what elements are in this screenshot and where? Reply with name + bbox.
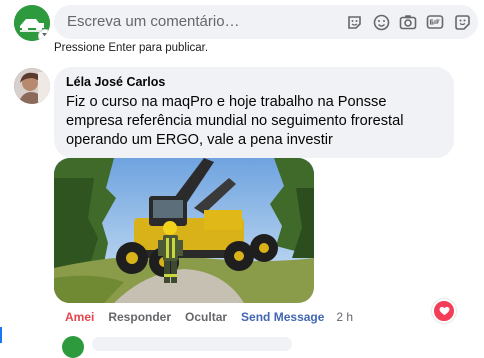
publish-hint: Pressione Enter para publicar. — [54, 42, 209, 54]
next-comment-avatar[interactable] — [62, 336, 84, 358]
gif-icon[interactable] — [425, 12, 445, 32]
send-message-button[interactable]: Send Message — [241, 310, 324, 324]
comment-input-placeholder: Escreva um comentário… — [67, 13, 240, 30]
comment-text: Fiz o curso na maqPro e hoje trabalho na… — [66, 94, 404, 148]
composer-toolbar — [344, 12, 472, 32]
next-comment-bubble — [92, 337, 292, 351]
comment-author[interactable]: Léla José Carlos — [66, 75, 442, 89]
love-icon[interactable] — [432, 299, 456, 323]
scroll-accent — [0, 327, 2, 343]
reply-button[interactable]: Responder — [108, 310, 171, 324]
sticker-icon[interactable] — [344, 12, 364, 32]
account-switch-chevron-icon[interactable] — [38, 29, 50, 41]
commenter-avatar[interactable] — [14, 68, 50, 104]
avatar-sticker-icon[interactable] — [452, 12, 472, 32]
like-button[interactable]: Amei — [65, 310, 94, 324]
hide-button[interactable]: Ocultar — [185, 310, 227, 324]
camera-icon[interactable] — [398, 12, 418, 32]
comment-actions: Amei Responder Ocultar Send Message 2 h — [65, 310, 367, 324]
emoji-icon[interactable] — [371, 12, 391, 32]
page-avatar[interactable] — [14, 5, 50, 41]
comment-bubble: Léla José Carlos Fiz o curso na maqPro e… — [54, 67, 454, 158]
comment-timestamp[interactable]: 2 h — [336, 310, 353, 324]
comment-input[interactable]: Escreva um comentário… — [54, 5, 478, 39]
forestry-machine-photo — [54, 158, 314, 303]
person-photo-icon — [14, 68, 50, 104]
comment-photo[interactable] — [54, 158, 314, 303]
